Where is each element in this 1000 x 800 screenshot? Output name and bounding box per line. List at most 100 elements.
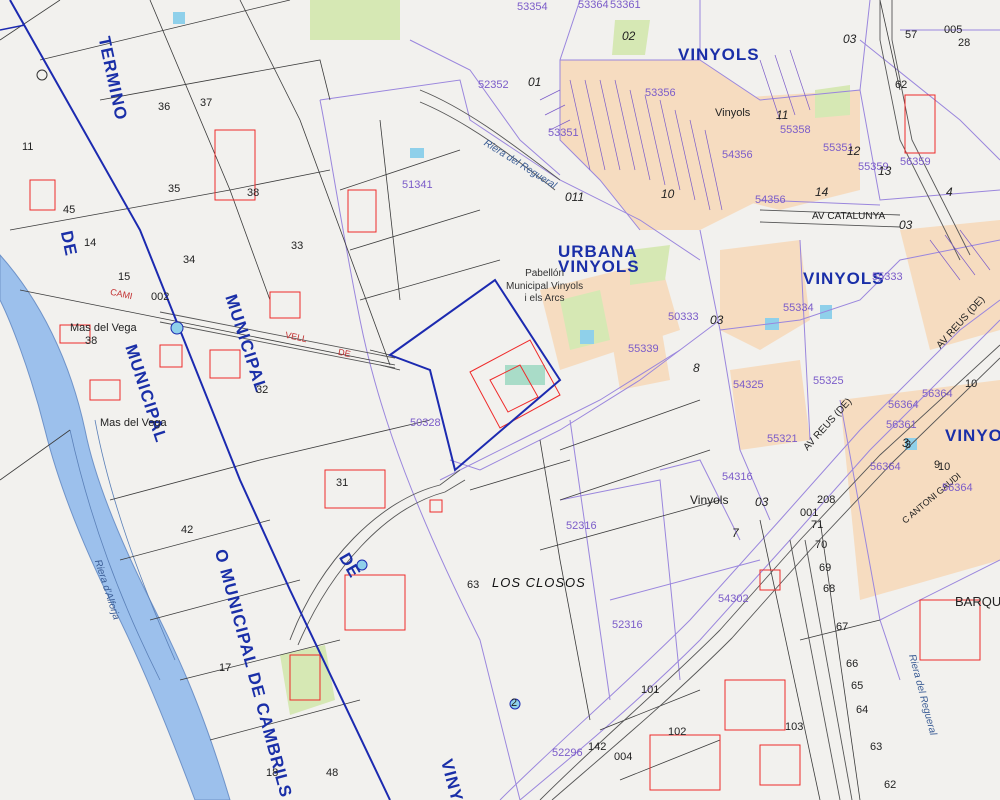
plot-number: 03 [755,495,769,509]
label-pabellon: Pabellón Municipal Vinyols i els Arcs [506,268,583,306]
river-alforja [0,254,231,800]
label-mas-vega-1: Mas del Vega [70,322,137,334]
plot-number: 8 [693,361,700,375]
plot-number: 62 [884,779,897,791]
plot-number: 36 [158,101,171,113]
plot-number: 208 [817,494,836,506]
plot-number: 70 [815,539,828,551]
parcel-id: 55334 [783,302,814,314]
plot-number: 71 [811,519,824,531]
plot-number: 18 [266,767,279,779]
parcel-id: 52316 [566,520,597,532]
plot-number: 57 [905,29,918,41]
label-vinyols-small-2: Vinyols [715,107,751,119]
plot-number: 005 [944,24,963,36]
plot-number: 38 [85,335,98,347]
parcel-id: 56364 [888,399,919,411]
parcel-id: 50328 [410,417,441,429]
plot-number: 65 [851,680,864,692]
parcel-id: 54356 [722,149,753,161]
plot-number: 13 [878,164,892,178]
plot-number: 48 [326,767,339,779]
label-vinyols-far: VINYOL [945,426,1000,445]
parcel-id: 53364 [578,0,609,11]
label-barqu: BARQU [955,594,1000,609]
parcel-id: 53354 [517,1,548,13]
parcel-id: 56364 [870,461,901,473]
plot-number: 4 [946,185,953,199]
parcel-id: 54325 [733,379,764,391]
plot-number: 34 [183,254,196,266]
parcel-id: 52352 [478,79,509,91]
parcel-id: 51341 [402,179,433,191]
plot-number: 68 [823,583,836,595]
parcel-id: 55333 [872,271,903,283]
cadastral-map[interactable]: VINYOLS URBANA VINYOLS VINYOLS VINYOL TE… [0,0,1000,800]
parcel-id: 53351 [548,127,579,139]
plot-number: 12 [847,144,861,158]
parcel-id: 52316 [612,619,643,631]
plot-number: 31 [336,477,349,489]
plot-number: 35 [168,183,181,195]
parcel-id: 54356 [755,194,786,206]
plot-number: 11 [776,108,789,122]
plot-number: 63 [467,579,480,591]
parcel-id: 53356 [645,87,676,99]
plot-number: 37 [200,97,213,109]
label-vinyols-ne: VINYOLS [678,45,760,64]
plot-number: 103 [785,721,804,733]
parcel-id: 52296 [552,747,583,759]
label-av-catalunya: AV CATALUNYA [812,211,886,222]
label-de-left: DE [56,228,81,259]
plot-number: 66 [846,658,859,670]
plot-number: 14 [84,237,97,249]
plot-number: 102 [668,726,687,738]
label-mas-vega-2: Mas del Vega [100,417,167,429]
plot-number: 14 [815,185,829,199]
plot-number: 42 [181,524,194,536]
plot-number: 011 [565,190,585,204]
plot-number: 69 [819,562,832,574]
plot-number: 7 [732,526,739,540]
parcel-id: 54316 [722,471,753,483]
plot-number: 33 [291,240,304,252]
parcel-id: 50333 [668,311,699,323]
plot-number: 10 [938,461,951,473]
parcel-id: 56364 [922,388,953,400]
parcel-id: 55321 [767,433,798,445]
plot-number: 03 [710,313,724,327]
parcel-id: 54302 [718,593,749,605]
parcel-id: 53361 [610,0,641,11]
plot-number: 17 [219,662,232,674]
plot-number: 2 [511,697,518,709]
pabellon-text: Pabellón Municipal Vinyols i els Arcs [506,268,584,304]
plot-number: 004 [614,751,633,763]
plot-number: 03 [843,32,857,46]
plot-number: 01 [528,75,542,89]
parcel-id: 56361 [886,419,917,431]
label-vinyols-small-1: Vinyols [690,493,729,507]
plot-number: 02 [622,29,636,43]
plot-number: 38 [247,187,260,199]
plot-number: 67 [836,621,849,633]
plot-number: 63 [870,741,883,753]
plot-number: 03 [899,218,913,232]
plot-number: 28 [958,37,971,49]
plot-number: 32 [256,384,269,396]
parcel-id: 56359 [900,156,931,168]
plot-number: 10 [661,187,675,201]
plot-number: 001 [800,507,819,519]
plot-number: 142 [588,741,607,753]
label-los-closos: LOS CLOSOS [492,575,586,590]
plot-number: 3 [905,439,912,451]
plot-number: 101 [641,684,660,696]
plot-number: 10 [965,378,978,390]
parcel-id: 55339 [628,343,659,355]
parcel-id: 55325 [813,375,844,387]
plot-number: 002 [151,291,170,303]
parcel-id: 56364 [942,482,973,494]
plot-number: 45 [63,204,76,216]
plot-number: 11 [22,141,34,153]
plot-number: 64 [856,704,869,716]
plot-number: 62 [895,79,908,91]
